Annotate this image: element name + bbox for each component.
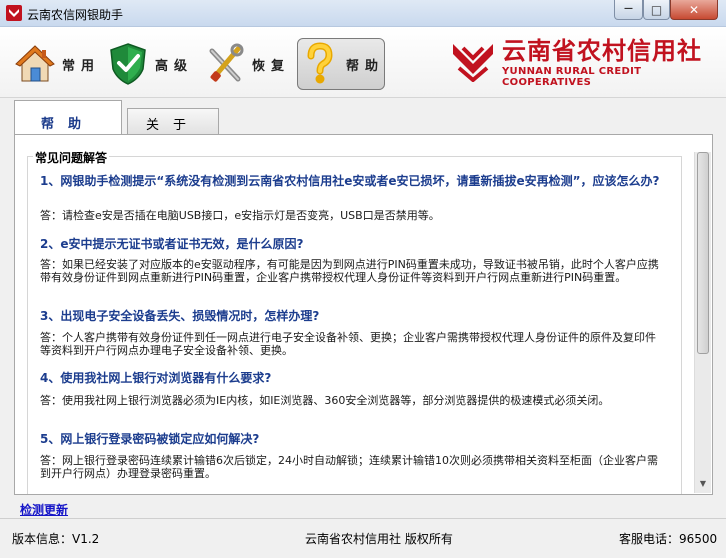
toolbar-label-advanced: 高级 bbox=[155, 58, 194, 74]
faq-question-1: 1、网银助手检测提示“系统没有检测到云南省农村信用社e安或者e安已损坏，请重新插… bbox=[40, 174, 660, 188]
toolbar-button-advanced[interactable]: 高级 bbox=[107, 38, 195, 90]
toolbar-button-restore[interactable]: 恢复 bbox=[204, 38, 292, 90]
question-icon bbox=[307, 42, 333, 84]
app-logo-icon bbox=[6, 5, 22, 21]
toolbar-label-common: 常用 bbox=[62, 58, 101, 74]
faq-answer-1: 答：请检查e安是否插在电脑USB接口，e安指示灯是否变亮，USB口是否禁用等。 bbox=[40, 209, 440, 222]
tools-icon bbox=[209, 43, 244, 82]
faq-question-2: 2、e安中提示无证书或者证书无效，是什么原因? bbox=[40, 237, 304, 251]
faq-question-4: 4、使用我社网上银行对浏览器有什么要求? bbox=[40, 371, 272, 385]
window-title: 云南农信网银助手 bbox=[27, 8, 124, 22]
faq-answer-3: 答：个人客户携带有效身份证件到任一网点进行电子安全设备补领、更换；企业客户需携带… bbox=[40, 331, 656, 357]
copyright-text: 云南省农村信用社 版权所有 bbox=[305, 532, 453, 546]
close-button[interactable]: ✕ bbox=[670, 0, 718, 20]
title-bar[interactable]: 云南农信网银助手 — □ ✕ bbox=[0, 0, 726, 27]
scroll-down-icon[interactable]: ▼ bbox=[697, 479, 709, 493]
toolbar-label-restore: 恢复 bbox=[252, 58, 291, 74]
faq-answer-5: 答：网上银行登录密码连续累计输错6次后锁定，24小时自动解锁；连续累计输错10次… bbox=[40, 454, 658, 480]
toolbar-label-help: 帮助 bbox=[345, 58, 384, 74]
brand-name-en: YUNNAN RURAL CREDIT COOPERATIVES bbox=[502, 66, 642, 88]
close-icon: ✕ bbox=[688, 2, 700, 17]
shield-check-icon bbox=[110, 43, 146, 85]
minimize-icon: — bbox=[624, 4, 633, 14]
scroll-thumb[interactable] bbox=[697, 152, 709, 354]
house-icon bbox=[15, 45, 55, 82]
faq-scrollbar[interactable]: ▲ ▼ bbox=[694, 152, 711, 493]
version-info: 版本信息：V1.2 bbox=[12, 532, 100, 546]
maximize-button[interactable]: □ bbox=[643, 0, 670, 20]
status-bar: 版本信息：V1.2 云南省农村信用社 版权所有 客服电话：96500 bbox=[0, 518, 726, 552]
tab-help[interactable]: 帮助 bbox=[14, 100, 122, 134]
faq-answer-4: 答：使用我社网上银行浏览器必须为IE内核，如IE浏览器、360安全浏览器等，部分… bbox=[40, 394, 610, 407]
faq-answer-2: 答：如果已经安装了对应版本的e安驱动程序，有可能是因为到网点进行PIN码重置未成… bbox=[40, 258, 659, 284]
minimize-button[interactable]: — bbox=[614, 0, 643, 20]
faq-question-5: 5、网上银行登录密码被锁定应如何解决? bbox=[40, 432, 260, 446]
tab-strip: 帮助 关于 bbox=[0, 98, 726, 134]
rcc-logo-icon bbox=[453, 44, 493, 82]
faq-title: 常见问题解答 bbox=[33, 149, 110, 166]
brand-name-cn: 云南省农村信用社 bbox=[502, 37, 702, 65]
check-update-link[interactable]: 检测更新 bbox=[20, 501, 68, 518]
tab-about[interactable]: 关于 bbox=[127, 108, 219, 134]
maximize-icon: □ bbox=[650, 2, 663, 17]
hotline-text: 客服电话：96500 bbox=[619, 532, 718, 546]
toolbar-button-help[interactable]: 帮助 bbox=[297, 38, 385, 90]
faq-question-3: 3、出现电子安全设备丢失、损毁情况时，怎样办理? bbox=[40, 309, 320, 323]
toolbar-button-common[interactable]: 常用 bbox=[14, 38, 102, 90]
app-window: 云南农信网银助手 — □ ✕ 常用 高级 恢复 帮助 云南省农村信用社 YUNN… bbox=[0, 0, 726, 558]
brand-name: 云南省农村信用社 YUNNAN RURAL CREDIT COOPERATIVE… bbox=[502, 38, 726, 88]
